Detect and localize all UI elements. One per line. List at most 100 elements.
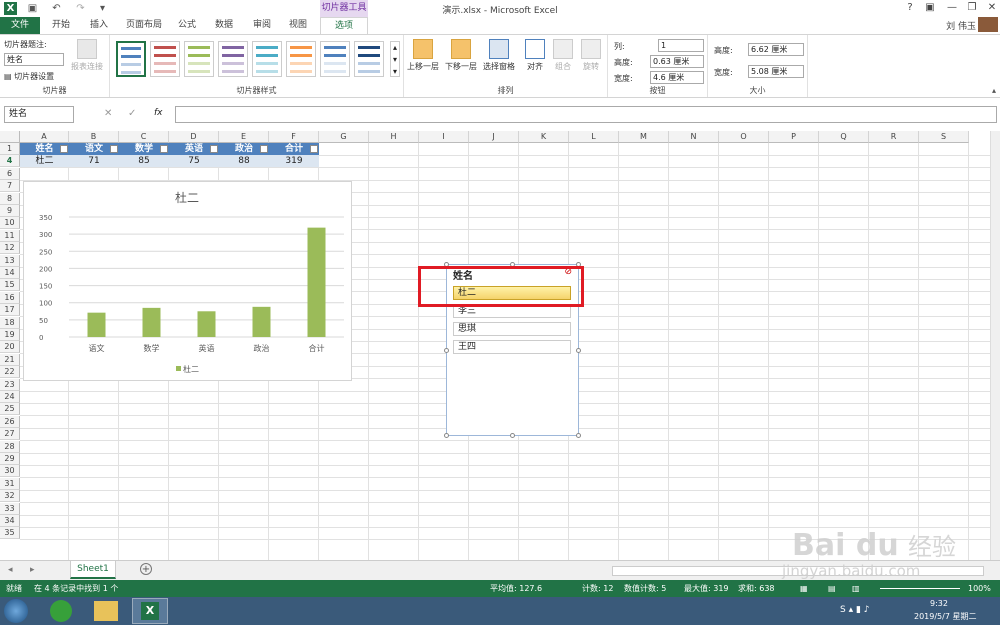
table-cell[interactable]: 杜二: [20, 155, 69, 168]
resize-handle[interactable]: [510, 433, 515, 438]
clock-date[interactable]: 2019/5/7 星期二: [914, 611, 976, 622]
rotate-button[interactable]: 旋转: [574, 39, 608, 72]
clock-time[interactable]: 9:32: [930, 599, 948, 608]
table-cell[interactable]: 75: [169, 155, 219, 168]
minimize-button[interactable]: —: [944, 2, 960, 14]
table-header-cell[interactable]: 政治: [219, 143, 269, 155]
row-header[interactable]: 1: [0, 143, 20, 155]
selection-pane-button[interactable]: 选择窗格: [482, 39, 516, 72]
row-header[interactable]: 27: [0, 428, 20, 441]
column-header[interactable]: I: [419, 131, 469, 143]
redo-icon[interactable]: ↷: [74, 2, 87, 15]
row-header[interactable]: 16: [0, 291, 20, 304]
avatar[interactable]: [978, 17, 998, 32]
table-cell[interactable]: 85: [119, 155, 169, 168]
report-connections-button[interactable]: 报表连接: [70, 39, 104, 72]
slicer-style-2[interactable]: [150, 41, 180, 77]
tray-icons[interactable]: S ▴ ▮ ♪: [840, 605, 870, 615]
tab-options[interactable]: 选项: [320, 17, 368, 34]
add-sheet-icon[interactable]: +: [140, 563, 152, 575]
help-icon[interactable]: ?: [902, 2, 918, 14]
resize-handle[interactable]: [444, 348, 449, 353]
slicer-style-8[interactable]: [354, 41, 384, 77]
resize-handle[interactable]: [576, 433, 581, 438]
explorer-taskbar-icon[interactable]: [94, 601, 118, 621]
column-header[interactable]: H: [369, 131, 419, 143]
slicer-item[interactable]: 思琪: [453, 322, 571, 336]
column-header[interactable]: F: [269, 131, 319, 143]
slicer-settings-button[interactable]: ▤ 切片器设置: [4, 71, 54, 82]
row-header[interactable]: 6: [0, 167, 20, 180]
collapse-ribbon-icon[interactable]: ▴: [992, 86, 996, 95]
filter-dropdown-icon[interactable]: [110, 145, 118, 153]
row-header[interactable]: 15: [0, 279, 20, 292]
tab-insert[interactable]: 插入: [80, 17, 118, 34]
columns-input[interactable]: 1: [658, 39, 704, 52]
row-header[interactable]: 22: [0, 366, 20, 379]
row-header[interactable]: 21: [0, 353, 20, 366]
column-header[interactable]: D: [169, 131, 219, 143]
filter-dropdown-icon[interactable]: [60, 145, 68, 153]
close-button[interactable]: ✕: [984, 2, 1000, 14]
row-header[interactable]: 19: [0, 329, 20, 341]
row-header[interactable]: 18: [0, 316, 20, 329]
column-header[interactable]: P: [769, 131, 819, 143]
scroll-right-icon[interactable]: ▸: [30, 565, 35, 575]
resize-handle[interactable]: [444, 433, 449, 438]
row-header[interactable]: 35: [0, 527, 20, 540]
column-header[interactable]: M: [619, 131, 669, 143]
undo-icon[interactable]: ↶: [50, 2, 63, 15]
resize-handle[interactable]: [576, 348, 581, 353]
slicer-style-6[interactable]: [286, 41, 316, 77]
tab-view[interactable]: 视图: [280, 17, 316, 34]
table-header-cell[interactable]: 姓名: [20, 143, 69, 155]
row-header[interactable]: 25: [0, 403, 20, 416]
ribbon-display-icon[interactable]: ▣: [922, 2, 938, 14]
column-header[interactable]: A: [20, 131, 69, 143]
row-header[interactable]: 4: [0, 155, 20, 168]
tab-home[interactable]: 开始: [42, 17, 80, 34]
tab-file[interactable]: 文件: [0, 17, 40, 34]
row-header[interactable]: 30: [0, 465, 20, 478]
styles-more-icon[interactable]: ▴ ▾ ▾: [390, 41, 400, 77]
table-header-cell[interactable]: 合计: [269, 143, 319, 155]
page-break-view-icon[interactable]: ▥: [852, 580, 860, 597]
row-header[interactable]: 33: [0, 502, 20, 515]
table-cell[interactable]: 88: [219, 155, 269, 168]
button-width-input[interactable]: 4.6 厘米: [650, 71, 704, 84]
row-header[interactable]: 23: [0, 378, 20, 391]
column-header[interactable]: J: [469, 131, 519, 143]
scroll-left-icon[interactable]: ◂: [8, 565, 13, 575]
row-header[interactable]: 12: [0, 242, 20, 255]
excel-taskbar-icon[interactable]: X: [132, 598, 168, 624]
column-header[interactable]: R: [869, 131, 919, 143]
slicer-caption-input[interactable]: 姓名: [4, 53, 64, 66]
zoom-slider[interactable]: [880, 588, 960, 589]
slicer-style-7[interactable]: [320, 41, 350, 77]
table-cell[interactable]: 71: [69, 155, 119, 168]
row-header[interactable]: 9: [0, 205, 20, 217]
filter-dropdown-icon[interactable]: [310, 145, 318, 153]
user-name[interactable]: 刘 伟玉: [946, 19, 976, 32]
horizontal-scrollbar[interactable]: [612, 566, 984, 576]
table-header-cell[interactable]: 数学: [119, 143, 169, 155]
vertical-scrollbar[interactable]: [990, 131, 1000, 560]
row-header[interactable]: 10: [0, 217, 20, 230]
confirm-entry-icon[interactable]: ✓: [128, 108, 136, 119]
start-button[interactable]: [4, 599, 28, 623]
cancel-entry-icon[interactable]: ✕: [104, 108, 112, 119]
row-header[interactable]: 31: [0, 477, 20, 490]
column-header[interactable]: N: [669, 131, 719, 143]
slicer-style-3[interactable]: [184, 41, 214, 77]
row-header[interactable]: 29: [0, 453, 20, 465]
button-height-input[interactable]: 0.63 厘米: [650, 55, 704, 68]
column-header[interactable]: Q: [819, 131, 869, 143]
filter-dropdown-icon[interactable]: [260, 145, 268, 153]
row-header[interactable]: 20: [0, 341, 20, 354]
row-header[interactable]: 13: [0, 254, 20, 267]
tab-page-layout[interactable]: 页面布局: [118, 17, 170, 34]
filter-dropdown-icon[interactable]: [160, 145, 168, 153]
column-header[interactable]: L: [569, 131, 619, 143]
column-header[interactable]: G: [319, 131, 369, 143]
tab-review[interactable]: 审阅: [244, 17, 280, 34]
